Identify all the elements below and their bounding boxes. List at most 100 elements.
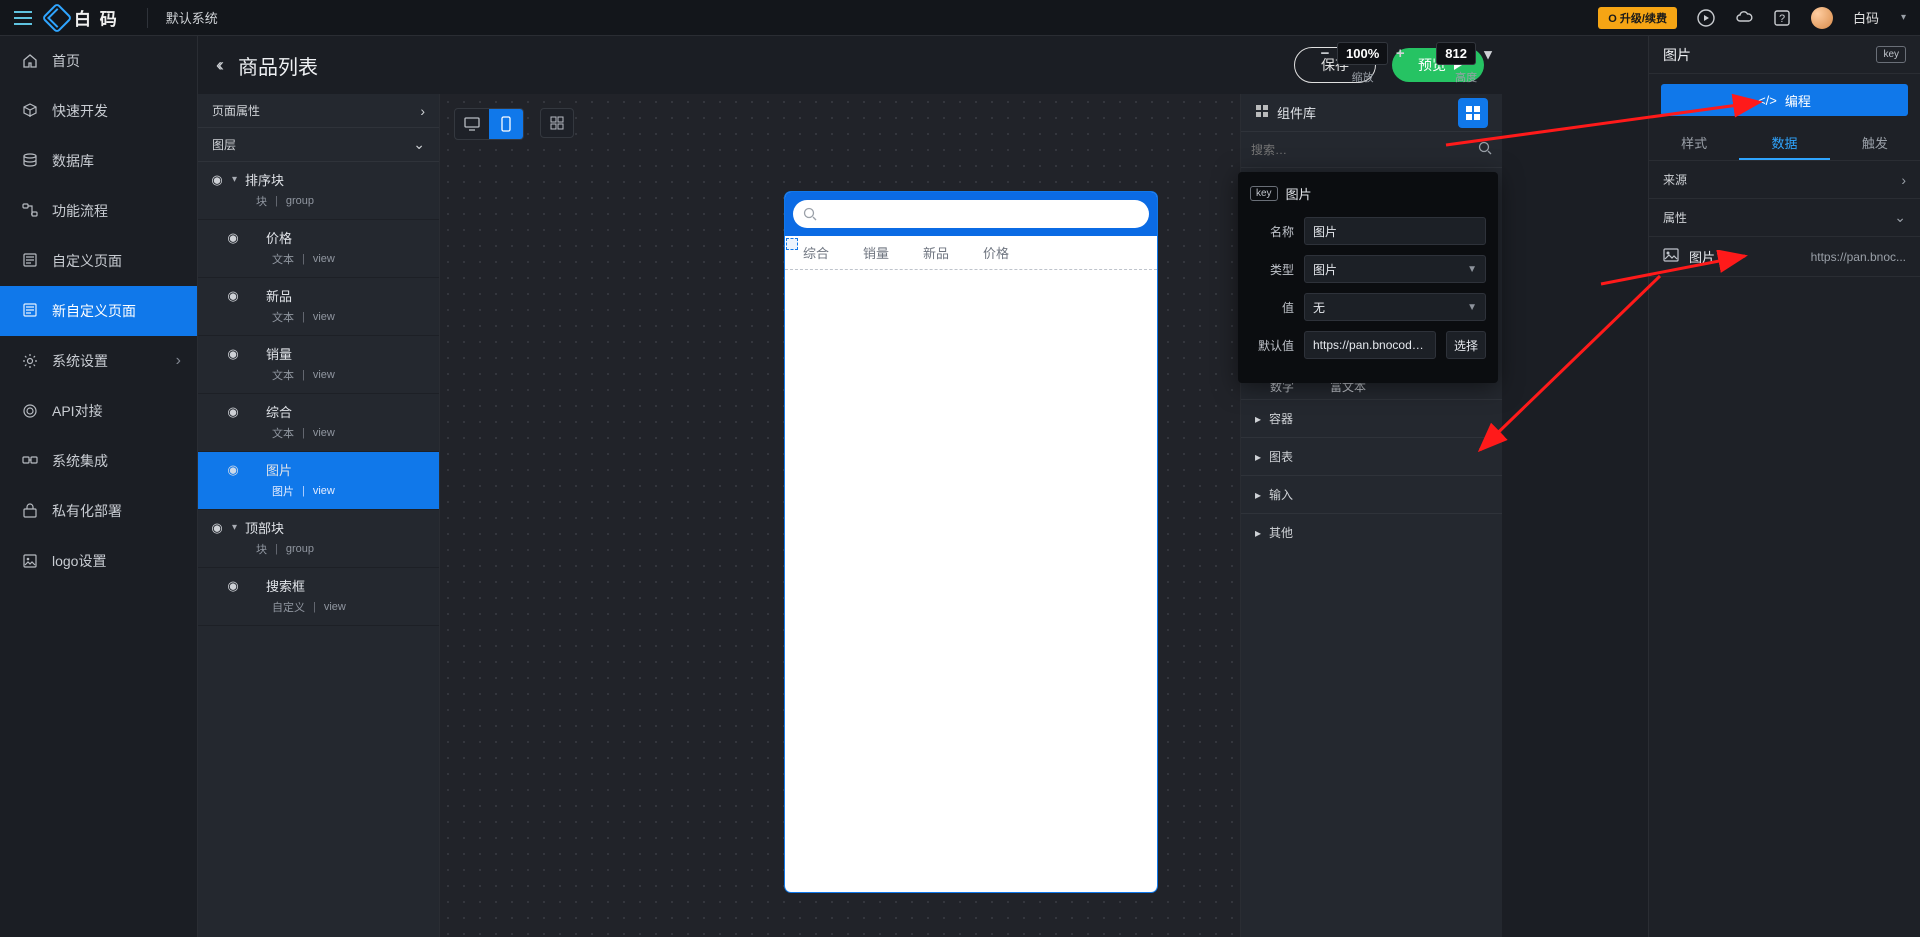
sidebar-item-0[interactable]: 首页 — [0, 36, 197, 86]
inspector-tab-1[interactable]: 数据 — [1739, 126, 1829, 160]
user-name[interactable]: 白码 — [1853, 8, 1879, 27]
phone-search-input[interactable] — [793, 200, 1149, 228]
caret-right-icon: ▸ — [1255, 488, 1261, 502]
system-name[interactable]: 默认系统 — [166, 8, 218, 27]
layer-node-3[interactable]: ◉销量文本|view — [198, 336, 439, 394]
attr-value: https://pan.bnoc... — [1811, 250, 1906, 264]
sidebar-item-1[interactable]: 快速开发 — [0, 86, 197, 136]
complib-section-3[interactable]: ▸其他 — [1241, 513, 1502, 551]
eye-icon[interactable]: ◉ — [226, 462, 240, 478]
caret-right-icon: ▸ — [1255, 526, 1261, 540]
page-props-header[interactable]: 页面属性 › — [198, 94, 439, 128]
phone-top-bar — [785, 192, 1157, 236]
height-value[interactable]: 812 — [1436, 42, 1476, 65]
prop-value-select[interactable]: 无▼ — [1304, 293, 1486, 321]
layer-node-2[interactable]: ◉新品文本|view — [198, 278, 439, 336]
layer-node-4[interactable]: ◉综合文本|view — [198, 394, 439, 452]
home-icon — [22, 53, 38, 69]
layer-node-6[interactable]: ◉▾顶部块块|group — [198, 510, 439, 568]
sidebar-item-3[interactable]: 功能流程 — [0, 186, 197, 236]
complib-title: 组件库 — [1277, 103, 1458, 122]
prop-name-label: 名称 — [1250, 223, 1294, 240]
inspector-tab-0[interactable]: 样式 — [1649, 126, 1739, 160]
help-icon[interactable]: ? — [1773, 9, 1791, 27]
chevron-right-icon: › — [1901, 172, 1906, 188]
layer-node-1[interactable]: ◉价格文本|view — [198, 220, 439, 278]
select-button[interactable]: 选择 — [1446, 331, 1486, 359]
complib-section-2[interactable]: ▸输入 — [1241, 475, 1502, 513]
phone-tab-3[interactable]: 价格 — [983, 243, 1009, 262]
phone-tab-2[interactable]: 新品 — [923, 243, 949, 262]
image-property-popover: key 图片 名称 图片 类型 图片▼ 值 无▼ 默认值 https://pan… — [1238, 172, 1498, 383]
eye-icon[interactable]: ◉ — [210, 520, 224, 536]
eye-icon[interactable]: ◉ — [226, 578, 240, 594]
section-attributes[interactable]: 属性 ⌄ — [1649, 199, 1920, 237]
user-avatar-icon[interactable] — [1811, 7, 1833, 29]
user-caret-icon[interactable]: ▾ — [1901, 12, 1906, 23]
popover-title: 图片 — [1286, 184, 1312, 203]
upgrade-badge[interactable]: O 升级/续费 — [1598, 7, 1677, 29]
chevron-down-icon: ▼ — [1467, 264, 1477, 275]
phone-tab-1[interactable]: 销量 — [863, 243, 889, 262]
sidebar-item-7[interactable]: API对接 — [0, 386, 197, 436]
code-button[interactable]: </> 编程 — [1661, 84, 1908, 116]
eye-icon[interactable]: ◉ — [226, 230, 240, 246]
sidebar-item-5[interactable]: 新自定义页面 — [0, 286, 197, 336]
selection-handle-icon[interactable] — [786, 238, 798, 250]
zoom-in-button[interactable]: + — [1392, 45, 1408, 63]
code-icon: </> — [1758, 93, 1777, 108]
complib-section-1[interactable]: ▸图表 — [1241, 437, 1502, 475]
layer-node-5[interactable]: ◉图片图片|view — [198, 452, 439, 510]
sidebar-item-9[interactable]: 私有化部署 — [0, 486, 197, 536]
inspector-tab-2[interactable]: 触发 — [1830, 126, 1920, 160]
menu-toggle-icon[interactable] — [14, 11, 32, 25]
eye-icon[interactable]: ◉ — [226, 288, 240, 304]
image-icon — [1663, 248, 1679, 265]
prop-type-select[interactable]: 图片▼ — [1304, 255, 1486, 283]
grid-toggle-button[interactable] — [540, 108, 574, 138]
attr-label: 图片 — [1689, 247, 1715, 266]
device-desktop-button[interactable] — [455, 109, 489, 139]
key-button[interactable]: key — [1876, 46, 1906, 63]
eye-icon[interactable]: ◉ — [226, 404, 240, 420]
sidebar-item-10[interactable]: logo设置 — [0, 536, 197, 586]
layers-header[interactable]: 图层 ⌄ — [198, 128, 439, 162]
sidebar-item-8[interactable]: 系统集成 — [0, 436, 197, 486]
device-mobile-button[interactable] — [489, 109, 523, 139]
sidebar-item-4[interactable]: 自定义页面 — [0, 236, 197, 286]
prop-default-input[interactable]: https://pan.bnocode.co — [1304, 331, 1436, 359]
device-switcher — [454, 108, 524, 140]
deploy-icon — [22, 503, 38, 519]
chevron-down-icon: ⌄ — [1894, 209, 1906, 226]
section-source[interactable]: 来源 › — [1649, 161, 1920, 199]
caret-icon[interactable]: ▾ — [232, 522, 237, 533]
complib-search[interactable] — [1241, 132, 1502, 168]
zoom-out-button[interactable]: − — [1317, 45, 1333, 63]
phone-tab-0[interactable]: 综合 — [803, 243, 829, 262]
attr-row-image[interactable]: 图片 https://pan.bnoc... — [1649, 237, 1920, 277]
sidebar-item-2[interactable]: 数据库 — [0, 136, 197, 186]
eye-icon[interactable]: ◉ — [210, 172, 224, 188]
height-caret-icon[interactable]: ▾ — [1480, 45, 1496, 63]
layer-node-0[interactable]: ◉▾排序块块|group — [198, 162, 439, 220]
zoom-height-controls: − 100% + 缩放 812 ▾ 高度 — [1317, 42, 1496, 85]
phone-preview[interactable]: 综合 销量 新品 价格 — [785, 192, 1157, 892]
settings-icon — [22, 353, 38, 369]
layer-node-7[interactable]: ◉搜索框自定义|view — [198, 568, 439, 626]
prop-name-input[interactable]: 图片 — [1304, 217, 1486, 245]
eye-icon[interactable]: ◉ — [226, 346, 240, 362]
cloud-icon[interactable] — [1735, 9, 1753, 27]
inspector-tabs: 样式数据触发 — [1649, 126, 1920, 161]
caret-right-icon: ▸ — [1255, 412, 1261, 426]
complib-section-0[interactable]: ▸容器 — [1241, 399, 1502, 437]
complib-view-toggle[interactable] — [1458, 98, 1488, 128]
back-button[interactable]: ‹‹ — [216, 55, 220, 76]
complib-search-input[interactable] — [1251, 143, 1478, 157]
play-circle-icon[interactable] — [1697, 9, 1715, 27]
caret-icon[interactable]: ▾ — [232, 174, 237, 185]
logo-mark-icon — [41, 2, 72, 33]
zoom-value[interactable]: 100% — [1337, 42, 1388, 65]
brand-logo[interactable]: 白 码 — [46, 5, 119, 30]
height-label: 高度 — [1455, 69, 1477, 85]
sidebar-item-6[interactable]: 系统设置 — [0, 336, 197, 386]
